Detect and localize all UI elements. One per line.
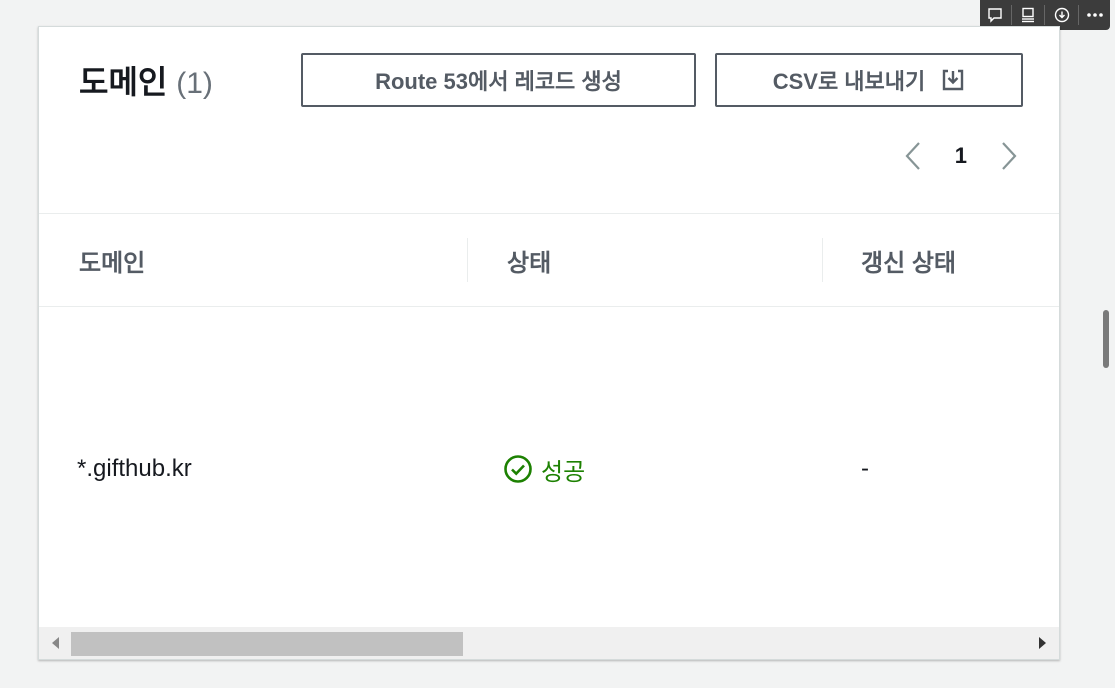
column-header-domain[interactable]: 도메인 <box>79 214 145 306</box>
success-check-icon <box>503 454 533 484</box>
column-header-status[interactable]: 상태 <box>507 214 551 306</box>
layout-icon[interactable] <box>1015 2 1041 28</box>
cell-domain: *.gifthub.kr <box>77 455 192 482</box>
table-row: *.gifthub.kr 성공 - <box>39 307 1059 631</box>
domains-panel: 도메인 (1) Route 53에서 레코드 생성 CSV로 내보내기 1 도메… <box>38 26 1060 660</box>
panel-header: 도메인 (1) Route 53에서 레코드 생성 CSV로 내보내기 1 <box>39 27 1059 214</box>
table-header: 도메인 상태 갱신 상태 <box>39 214 1059 307</box>
comment-icon[interactable] <box>982 2 1008 28</box>
create-route53-records-label: Route 53에서 레코드 생성 <box>375 69 622 94</box>
panel-title-text: 도메인 <box>79 64 168 100</box>
domain-count: (1) <box>176 67 213 100</box>
scroll-left-icon[interactable] <box>49 635 63 651</box>
column-divider[interactable] <box>822 238 823 282</box>
scroll-right-icon[interactable] <box>1035 635 1049 651</box>
horizontal-scrollbar-thumb[interactable] <box>71 632 463 656</box>
column-header-renewal-status[interactable]: 갱신 상태 <box>861 214 956 306</box>
more-icon[interactable] <box>1082 2 1108 28</box>
next-page-icon[interactable] <box>995 139 1023 173</box>
pagination: 1 <box>899 139 1023 173</box>
download-icon[interactable] <box>1049 2 1075 28</box>
column-divider[interactable] <box>467 238 468 282</box>
status-text: 성공 <box>541 458 586 486</box>
panel-title: 도메인 (1) <box>79 57 213 103</box>
export-csv-button[interactable]: CSV로 내보내기 <box>715 53 1023 107</box>
cell-renewal-status: - <box>861 455 869 482</box>
current-page[interactable]: 1 <box>955 143 967 169</box>
horizontal-scrollbar[interactable] <box>39 627 1059 659</box>
prev-page-icon[interactable] <box>899 139 927 173</box>
export-icon <box>941 68 965 92</box>
toolbar-divider <box>1044 5 1046 25</box>
cell-status: 성공 <box>503 307 585 631</box>
toolbar-divider <box>1010 5 1012 25</box>
create-route53-records-button[interactable]: Route 53에서 레코드 생성 <box>301 53 696 107</box>
toolbar-divider <box>1078 5 1080 25</box>
vertical-scrollbar-thumb[interactable] <box>1103 310 1109 368</box>
export-csv-label: CSV로 내보내기 <box>772 69 926 94</box>
